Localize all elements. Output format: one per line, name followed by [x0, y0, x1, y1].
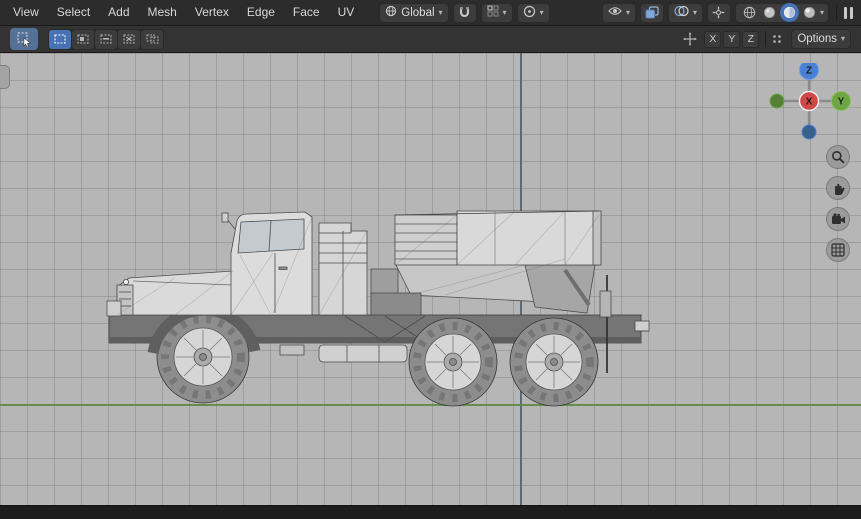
shading-wireframe-button[interactable]: [740, 3, 759, 22]
gizmo-z-axis-ball[interactable]: Z: [799, 63, 819, 80]
overlays-icon: [674, 5, 689, 20]
orientation-label: Global: [401, 6, 435, 19]
pan-button[interactable]: [826, 176, 850, 200]
separator: [765, 31, 767, 47]
transform-orientation-dropdown[interactable]: Global ▾: [379, 2, 449, 23]
chevron-down-icon: ▾: [438, 7, 443, 17]
svg-text:Y: Y: [838, 97, 845, 108]
tool-settings-bar: X Y Z Options ▾: [0, 26, 861, 53]
mirror-x-button[interactable]: X: [704, 30, 722, 48]
magnifier-icon: [832, 151, 845, 164]
gizmo-x-axis-ball[interactable]: X: [798, 90, 820, 112]
grid-icon: [831, 243, 845, 257]
solid-sphere-icon: [763, 6, 776, 19]
menu-mesh[interactable]: Mesh: [139, 0, 186, 25]
snap-settings-dropdown[interactable]: ▾: [480, 2, 513, 23]
top-header-bar: View Select Add Mesh Vertex Edge Face UV…: [0, 0, 861, 26]
mirror-z-button[interactable]: Z: [742, 30, 760, 48]
select-intersect-icon: [146, 34, 158, 44]
navigation-gizmo[interactable]: Z Y X: [763, 63, 855, 155]
gizmo-arrows-icon: [713, 6, 725, 19]
camera-view-button[interactable]: [826, 207, 850, 231]
options-label: Options: [797, 33, 837, 45]
toolbar-expand-tab[interactable]: [0, 65, 10, 89]
separator: [836, 4, 837, 21]
show-gizmo-button[interactable]: [706, 2, 731, 23]
select-box-cursor-icon: [17, 32, 31, 47]
chevron-down-icon: ▾: [539, 7, 544, 17]
select-invert-icon: [123, 34, 135, 44]
svg-text:Z: Z: [806, 66, 812, 77]
material-sphere-icon: [783, 6, 796, 19]
chevron-down-icon: ▾: [840, 34, 845, 43]
overlays-dropdown[interactable]: ▾: [667, 2, 703, 23]
snap-toggle-button[interactable]: [452, 2, 477, 23]
zoom-button[interactable]: [826, 145, 850, 169]
visibility-dropdown[interactable]: ▾: [601, 2, 636, 23]
shading-solid-button[interactable]: [760, 3, 779, 22]
select-mode-subtract-button[interactable]: [95, 29, 117, 49]
eye-icon: [608, 6, 622, 19]
select-mode-extend-button[interactable]: [72, 29, 94, 49]
select-mode-intersect-button[interactable]: [141, 29, 163, 49]
xray-toggle-button[interactable]: [639, 2, 664, 23]
shading-material-button[interactable]: [779, 3, 799, 22]
select-mode-operation-group: [48, 28, 164, 50]
mesh-model-truck[interactable]: [95, 195, 655, 415]
wireframe-sphere-icon: [743, 6, 756, 19]
magnet-icon: [459, 7, 470, 18]
collapse-header-button[interactable]: [842, 6, 861, 19]
pause-bars-icon: [844, 6, 853, 19]
options-dropdown[interactable]: Options ▾: [791, 29, 851, 49]
menu-uv[interactable]: UV: [329, 0, 364, 25]
menu-face[interactable]: Face: [284, 0, 329, 25]
chevron-down-icon: ▾: [692, 7, 697, 17]
shading-rendered-button[interactable]: [800, 3, 819, 22]
chevron-down-icon: ▾: [625, 7, 630, 17]
menu-vertex[interactable]: Vertex: [186, 0, 238, 25]
active-tool-select-box-button[interactable]: [10, 28, 38, 50]
chevron-down-icon: ▾: [502, 7, 507, 17]
gizmo-negative-z-ball[interactable]: [801, 124, 817, 140]
camera-icon: [831, 213, 845, 224]
status-bar: [0, 505, 861, 519]
proportional-circle-icon: [523, 5, 536, 21]
select-set-icon: [54, 34, 66, 44]
menu-select[interactable]: Select: [48, 0, 99, 25]
snap-increment-icon: [487, 5, 499, 20]
proportional-editing-dropdown[interactable]: ▾: [516, 2, 550, 23]
viewport-shading-group: ▾: [734, 2, 829, 23]
orientation-globe-icon: [385, 5, 397, 20]
menu-add[interactable]: Add: [99, 0, 138, 25]
rendered-sphere-icon: [803, 6, 816, 19]
mirror-y-button[interactable]: Y: [723, 30, 741, 48]
snap-dots-icon[interactable]: [771, 33, 783, 45]
gizmo-negative-y-ball[interactable]: [769, 93, 785, 109]
transform-gizmos-icon[interactable]: [683, 32, 698, 46]
svg-text:X: X: [806, 97, 813, 108]
select-extend-icon: [77, 34, 89, 44]
menu-edge[interactable]: Edge: [238, 0, 284, 25]
hand-icon: [834, 183, 845, 195]
select-mode-invert-button[interactable]: [118, 29, 140, 49]
chevron-down-icon: ▾: [819, 7, 824, 17]
toggle-orthographic-button[interactable]: [826, 238, 850, 262]
select-subtract-icon: [100, 34, 112, 44]
select-mode-set-button[interactable]: [49, 29, 71, 49]
xray-icon: [645, 6, 659, 19]
gizmo-y-axis-ball[interactable]: Y: [831, 91, 851, 111]
viewport-side-controls: [826, 145, 850, 262]
viewport-3d[interactable]: Z Y X: [0, 53, 861, 505]
menu-view[interactable]: View: [4, 0, 48, 25]
